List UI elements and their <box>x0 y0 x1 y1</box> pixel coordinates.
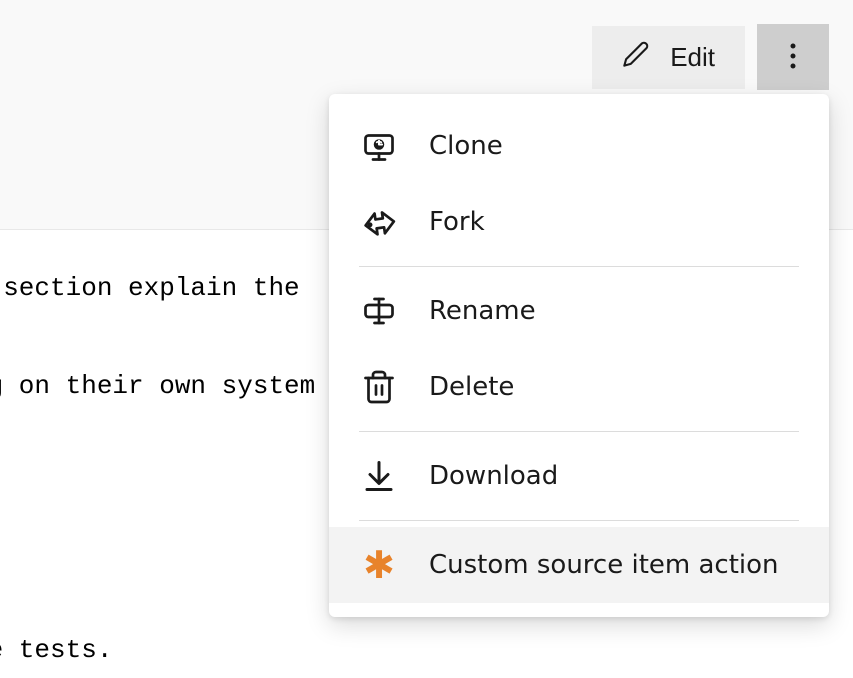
menu-item-clone[interactable]: Clone <box>329 108 829 184</box>
menu-item-label: Clone <box>429 131 503 161</box>
trash-icon <box>359 367 399 407</box>
vertical-dots-icon <box>790 42 796 73</box>
menu-item-rename[interactable]: Rename <box>329 273 829 349</box>
menu-item-label: Fork <box>429 207 485 237</box>
menu-item-fork[interactable]: Fork <box>329 184 829 260</box>
more-actions-dropdown: Clone Fork Rename <box>329 94 829 617</box>
menu-item-delete[interactable]: Delete <box>329 349 829 425</box>
code-text-line: ng on their own system <box>0 368 315 404</box>
code-text-line: s section explain the <box>0 270 300 306</box>
menu-item-label: Custom source item action <box>429 550 779 580</box>
menu-item-download[interactable]: Download <box>329 438 829 514</box>
pencil-icon <box>622 40 650 75</box>
menu-divider <box>359 431 799 432</box>
rename-icon <box>359 291 399 331</box>
menu-item-label: Rename <box>429 296 536 326</box>
menu-divider <box>359 266 799 267</box>
edit-button-label: Edit <box>670 42 715 73</box>
more-actions-button[interactable] <box>757 24 829 90</box>
asterisk-icon: ✱ <box>359 545 399 585</box>
code-text-line: ne tests. <box>0 632 112 668</box>
menu-item-label: Download <box>429 461 558 491</box>
menu-item-label: Delete <box>429 372 514 402</box>
toolbar: Edit <box>592 24 829 90</box>
download-icon <box>359 456 399 496</box>
edit-button[interactable]: Edit <box>592 26 745 89</box>
clone-icon <box>359 126 399 166</box>
menu-item-custom-action[interactable]: ✱ Custom source item action <box>329 527 829 603</box>
fork-icon <box>359 202 399 242</box>
menu-divider <box>359 520 799 521</box>
